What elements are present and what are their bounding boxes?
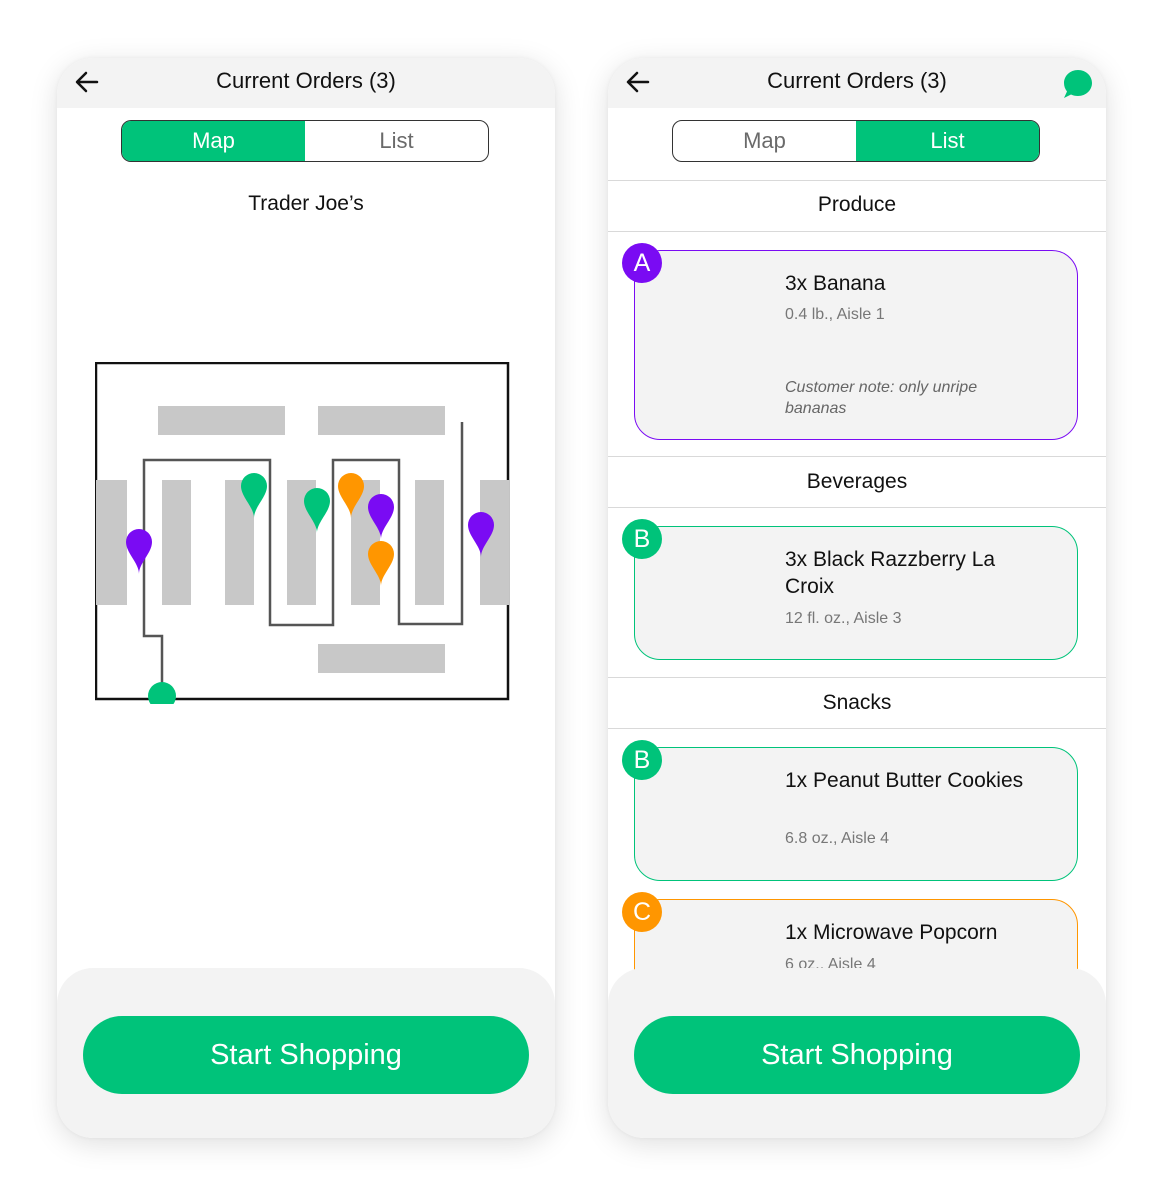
- customer-badge: A: [622, 243, 662, 283]
- chat-bubble-icon[interactable]: [1062, 68, 1094, 100]
- item-details: 6.8 oz., Aisle 4: [785, 830, 890, 847]
- item-details: 0.4 lb., Aisle 1: [785, 306, 885, 323]
- list-screen: Current Orders (3) Map List Produce A 3x…: [608, 58, 1106, 1138]
- start-shopping-button[interactable]: Start Shopping: [634, 1016, 1080, 1094]
- shelf: [415, 480, 444, 605]
- page-title: Current Orders (3): [767, 68, 947, 93]
- divider: [608, 677, 1106, 678]
- customer-badge: C: [622, 892, 662, 932]
- item-details: 12 fl. oz., Aisle 3: [785, 610, 902, 627]
- item-name: 1x Microwave Popcorn: [785, 921, 998, 944]
- store-map[interactable]: [95, 362, 511, 704]
- shelf: [318, 644, 445, 673]
- divider: [608, 180, 1106, 181]
- shelf: [318, 406, 445, 435]
- divider: [608, 728, 1106, 729]
- shelf: [96, 480, 127, 605]
- section-title-produce: Produce: [817, 193, 897, 216]
- list-item[interactable]: C 1x Microwave Popcorn 6 oz., Aisle 4: [622, 892, 1078, 972]
- item-name: 3x Banana: [785, 272, 886, 295]
- item-name: 3x Black Razzberry La Croix: [785, 548, 996, 598]
- tab-list[interactable]: List: [856, 121, 1039, 161]
- customer-badge: B: [622, 519, 662, 559]
- list-item[interactable]: B 1x Peanut Butter Cookies 6.8 oz., Aisl…: [622, 740, 1078, 881]
- header-bar: Current Orders (3): [57, 58, 555, 108]
- divider: [608, 231, 1106, 232]
- divider: [608, 456, 1106, 457]
- view-toggle: Map List: [672, 120, 1040, 162]
- header-bar: Current Orders (3): [608, 58, 1106, 108]
- section-title-beverages: Beverages: [806, 470, 908, 493]
- list-item[interactable]: A 3x Banana 0.4 lb., Aisle 1 Customer no…: [622, 243, 1078, 440]
- order-item-list[interactable]: Produce A 3x Banana 0.4 lb., Aisle 1 Cus…: [608, 180, 1106, 972]
- page-title: Current Orders (3): [216, 68, 396, 93]
- bottom-action-bar: Start Shopping: [57, 968, 555, 1138]
- shelf: [158, 406, 285, 435]
- list-item[interactable]: B 3x Black Razzberry La Croix 12 fl. oz.…: [622, 519, 1078, 660]
- item-name: 1x Peanut Butter Cookies: [785, 769, 1024, 792]
- customer-note: Customer note: only unripe bananas: [785, 379, 978, 417]
- customer-badge: B: [622, 740, 662, 780]
- bottom-action-bar: Start Shopping: [608, 968, 1106, 1138]
- shelf: [162, 480, 191, 605]
- tab-map[interactable]: Map: [122, 121, 305, 161]
- store-name: Trader Joe’s: [248, 192, 364, 215]
- map-screen: Current Orders (3) Map List Trader Joe’s: [57, 58, 555, 1138]
- tab-list[interactable]: List: [305, 121, 488, 161]
- tab-map[interactable]: Map: [673, 121, 856, 161]
- start-shopping-button[interactable]: Start Shopping: [83, 1016, 529, 1094]
- divider: [608, 507, 1106, 508]
- section-title-snacks: Snacks: [822, 691, 892, 714]
- view-toggle: Map List: [121, 120, 489, 162]
